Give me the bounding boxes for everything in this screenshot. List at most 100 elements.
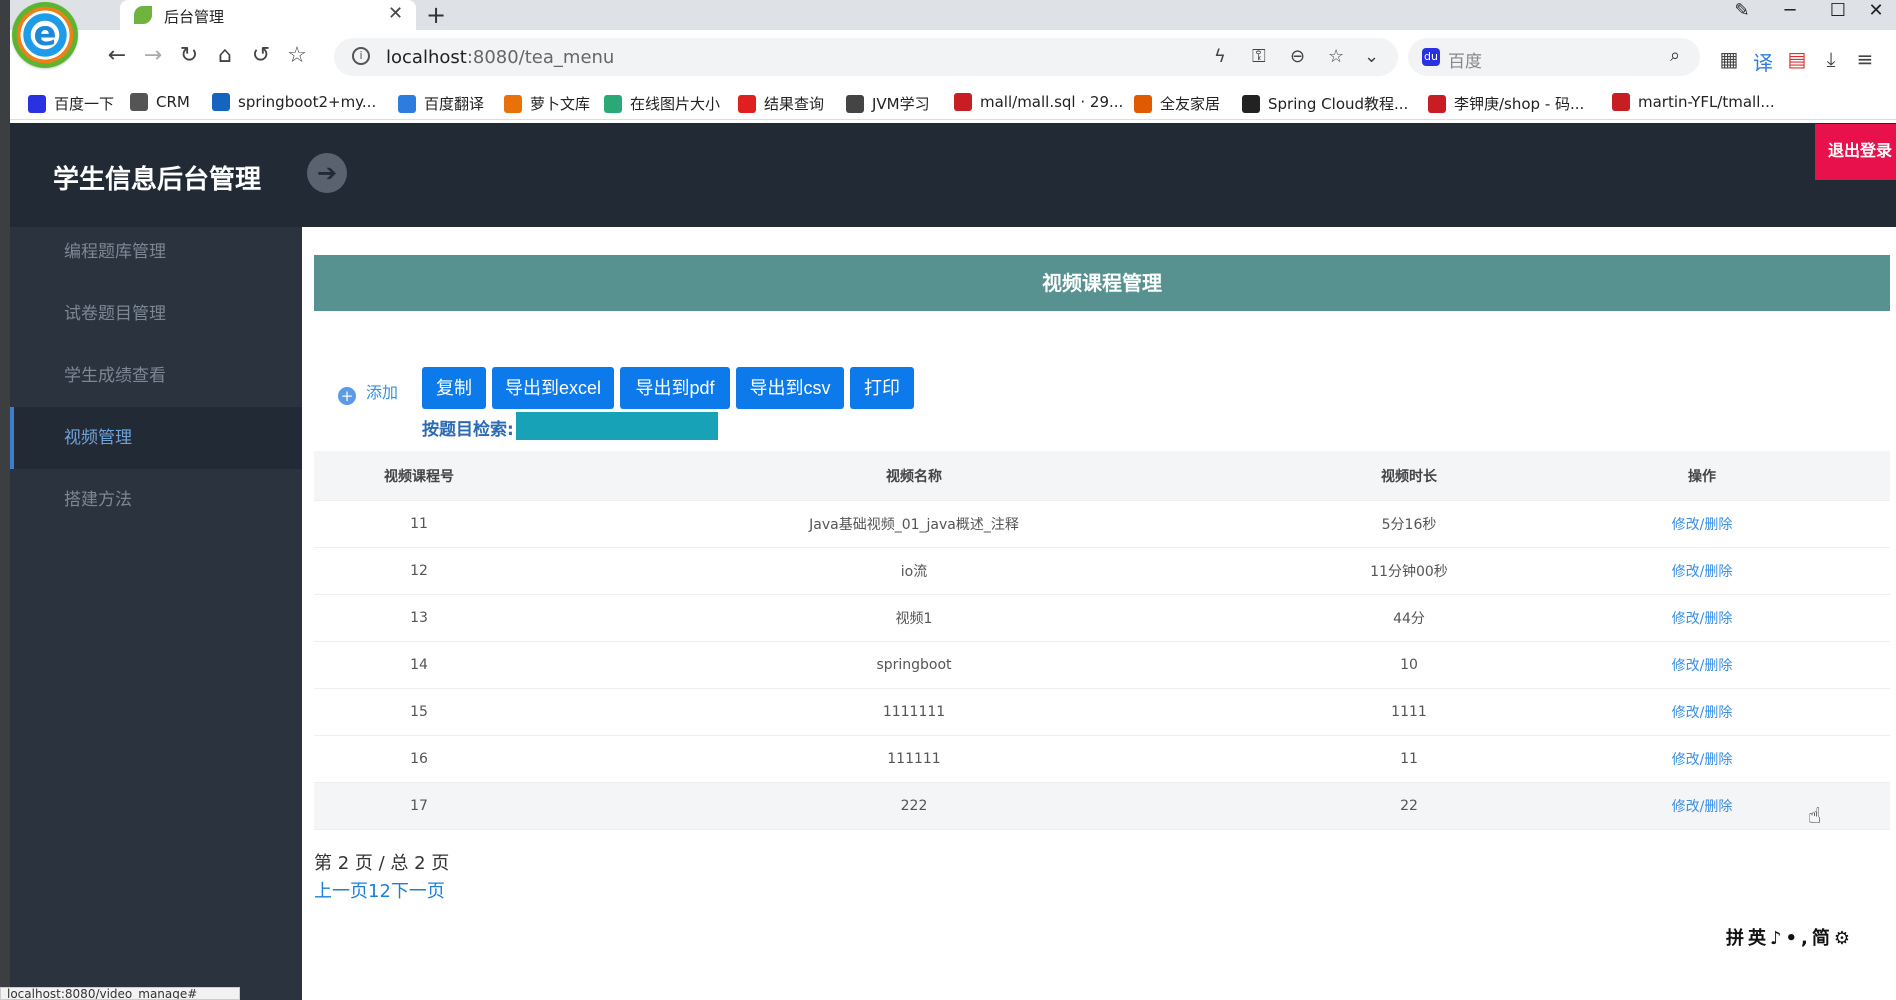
bookmark-item[interactable]: JVM学习	[846, 93, 930, 114]
cell-duration: 10	[1400, 657, 1418, 673]
edit-delete-link[interactable]: 修改/删除	[1514, 501, 1890, 547]
search-icon[interactable]: ⌕	[1670, 45, 1680, 66]
table-row: 13 视频1 44分 修改/删除	[314, 595, 1890, 642]
cell-id: 17	[410, 798, 428, 814]
cell-duration: 1111	[1391, 704, 1427, 720]
reload-icon[interactable]: ↻	[174, 43, 204, 68]
copy-button[interactable]: 复制	[422, 367, 486, 409]
edit-delete-link[interactable]: 修改/删除	[1514, 736, 1890, 782]
minimize-icon[interactable]: ─	[1770, 0, 1810, 21]
bookmark-favicon-icon	[130, 93, 148, 111]
bookmark-item[interactable]: springboot2+my...	[212, 93, 376, 111]
page-1-link[interactable]: 1	[368, 881, 379, 902]
bookmark-favicon-icon	[1242, 95, 1260, 113]
note-icon[interactable]: ✎	[1722, 0, 1762, 21]
lightning-icon[interactable]: ϟ	[1214, 46, 1226, 67]
edit-delete-link[interactable]: 修改/删除	[1514, 689, 1890, 735]
cell-duration: 11分钟00秒	[1370, 564, 1448, 580]
cell-duration: 44分	[1393, 611, 1425, 627]
export-excel-button[interactable]: 导出到excel	[492, 367, 614, 409]
search-placeholder: 百度	[1448, 52, 1482, 72]
table-row: 17 222 22 修改/删除	[314, 783, 1890, 830]
edit-delete-link[interactable]: 修改/删除	[1514, 548, 1890, 594]
cell-id: 13	[410, 610, 428, 626]
bookmark-item[interactable]: martin-YFL/tmall...	[1612, 93, 1775, 111]
site-info-icon[interactable]: i	[352, 47, 370, 65]
url-path: :8080/tea_menu	[466, 47, 615, 68]
tab-close-icon[interactable]: ✕	[388, 3, 403, 24]
maximize-icon[interactable]: ☐	[1818, 0, 1858, 21]
bookmark-item[interactable]: mall/mall.sql · 29...	[954, 93, 1123, 111]
title-search-input[interactable]	[516, 412, 718, 440]
translate-icon[interactable]: 译	[1750, 47, 1776, 76]
cell-name: 1111111	[882, 704, 946, 720]
address-bar[interactable]: i localhost:8080/tea_menu ϟ ⚿ ⊖ ☆ ⌄	[334, 38, 1398, 76]
next-page-link[interactable]: 下一页	[391, 881, 445, 902]
tab-active[interactable]: 后台管理 ✕	[120, 0, 416, 30]
forward-icon[interactable]: →	[138, 43, 168, 68]
bookmark-item[interactable]: 李钾庚/shop - 码...	[1428, 93, 1584, 114]
ime-toolbar[interactable]: 拼英♪•,简⚙	[1726, 924, 1894, 950]
ide-side-strip	[0, 0, 10, 1000]
menu-icon[interactable]: ≡	[1852, 47, 1878, 71]
export-pdf-button[interactable]: 导出到pdf	[620, 367, 730, 409]
logout-button[interactable]: 退出登录	[1815, 124, 1896, 180]
close-window-icon[interactable]: ✕	[1856, 0, 1896, 21]
bookmark-label: mall/mall.sql · 29...	[980, 93, 1124, 111]
sidebar-item-setup[interactable]: 搭建方法	[10, 469, 302, 531]
sidebar-toggle-arrow-icon[interactable]: ➔	[307, 153, 347, 193]
favorite-star-icon[interactable]: ☆	[282, 43, 312, 68]
table-row: 12 io流 11分钟00秒 修改/删除	[314, 548, 1890, 595]
sidebar-item-video[interactable]: 视频管理	[10, 407, 302, 469]
video-table: 视频课程号 视频名称 视频时长 操作 11 Java基础视频_01_java概述…	[314, 451, 1890, 830]
back-icon[interactable]: ←	[102, 43, 132, 68]
cell-id: 11	[410, 516, 428, 532]
add-button[interactable]: + 添加	[338, 379, 398, 405]
tab-bar: 后台管理 ✕ + ✎ ─ ☐ ✕	[10, 0, 1896, 30]
bookmark-item[interactable]: Spring Cloud教程...	[1242, 93, 1408, 114]
undo-icon[interactable]: ↺	[246, 43, 276, 68]
add-label: 添加	[366, 383, 399, 402]
main-content: 视频课程管理 + 添加 复制 导出到excel 导出到pdf 导出到csv 打印 …	[302, 227, 1896, 1000]
chevron-down-icon[interactable]: ⌄	[1364, 46, 1379, 67]
download-icon[interactable]: ⤓	[1818, 47, 1844, 71]
edit-delete-link[interactable]: 修改/删除	[1514, 642, 1890, 688]
bookmark-item[interactable]: 萝卜文库	[504, 93, 590, 114]
bookmark-favicon-icon	[1428, 95, 1446, 113]
key-icon[interactable]: ⚿	[1252, 46, 1266, 67]
edit-delete-link[interactable]: 修改/删除	[1514, 783, 1890, 829]
pdf-icon[interactable]: ▤	[1784, 47, 1810, 71]
bookmark-item[interactable]: 在线图片大小	[604, 93, 720, 114]
cell-name: 111111	[887, 751, 941, 767]
bookmark-label: 结果查询	[764, 95, 825, 113]
search-engine-box[interactable]: du 百度 ⌕	[1408, 38, 1700, 76]
cell-name: 视频1	[895, 611, 933, 627]
sidebar-item-coding-bank[interactable]: 编程题库管理	[10, 221, 302, 283]
bookmark-star-icon[interactable]: ☆	[1328, 46, 1344, 67]
bookmark-item[interactable]: 百度翻译	[398, 93, 484, 114]
bookmark-label: 百度翻译	[424, 95, 485, 113]
bookmark-item[interactable]: 全友家居	[1134, 93, 1220, 114]
zoom-icon[interactable]: ⊖	[1290, 46, 1305, 67]
bookmark-favicon-icon	[604, 95, 622, 113]
home-icon[interactable]: ⌂	[210, 43, 240, 68]
bookmark-favicon-icon	[28, 95, 46, 113]
edit-delete-link[interactable]: 修改/删除	[1514, 595, 1890, 641]
new-tab-button[interactable]: +	[426, 1, 446, 29]
table-row: 14 springboot 10 修改/删除	[314, 642, 1890, 689]
print-button[interactable]: 打印	[850, 367, 914, 409]
export-csv-button[interactable]: 导出到csv	[736, 367, 844, 409]
qr-grid-icon[interactable]: ▦	[1716, 47, 1742, 71]
bookmark-item[interactable]: 结果查询	[738, 93, 824, 114]
search-label: 按题目检索:	[422, 420, 514, 440]
bookmark-item[interactable]: CRM	[130, 93, 190, 111]
url-text[interactable]: localhost:8080/tea_menu	[386, 47, 614, 68]
sidebar-item-exam-questions[interactable]: 试卷题目管理	[10, 283, 302, 345]
plus-circle-icon: +	[338, 387, 356, 405]
cell-duration: 22	[1400, 798, 1418, 814]
page-2-link[interactable]: 2	[379, 881, 390, 902]
table-header: 视频课程号 视频名称 视频时长 操作	[314, 451, 1890, 501]
bookmark-item[interactable]: 百度一下	[28, 93, 114, 114]
prev-page-link[interactable]: 上一页	[314, 881, 368, 902]
sidebar-item-score-view[interactable]: 学生成绩查看	[10, 345, 302, 407]
